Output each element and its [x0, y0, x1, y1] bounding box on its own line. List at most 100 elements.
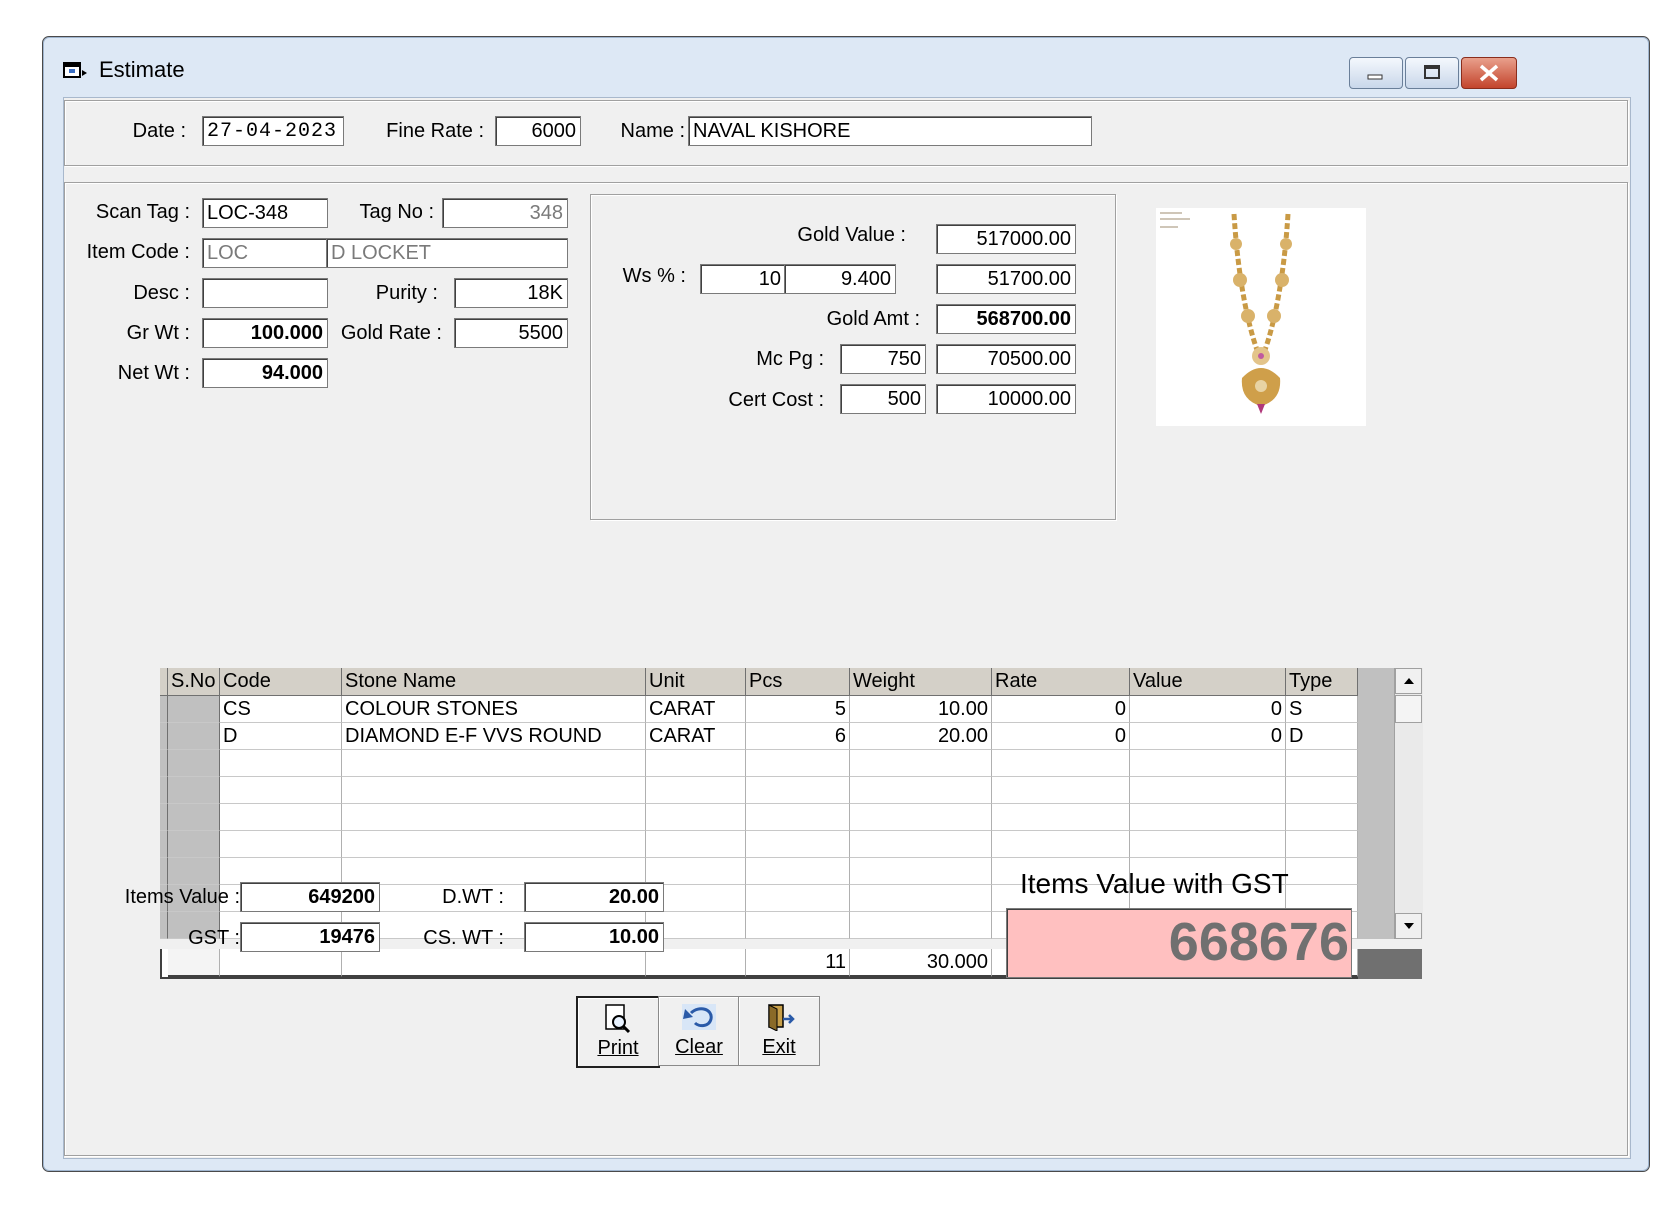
table-cell[interactable] — [1286, 777, 1358, 804]
table-cell[interactable] — [850, 777, 992, 804]
row-selector[interactable] — [168, 723, 220, 750]
mc-amount-field[interactable]: 70500.00 — [936, 344, 1076, 374]
table-cell[interactable] — [1130, 777, 1286, 804]
column-header-s-no[interactable]: S.No — [168, 668, 220, 696]
table-cell[interactable]: D — [1286, 723, 1358, 750]
table-cell[interactable] — [746, 858, 850, 885]
close-button[interactable] — [1461, 57, 1517, 89]
gst-field[interactable]: 19476 — [240, 922, 380, 952]
table-cell[interactable]: 6 — [746, 723, 850, 750]
row-selector[interactable] — [168, 750, 220, 777]
table-cell[interactable]: 5 — [746, 696, 850, 723]
table-cell[interactable]: D — [220, 723, 342, 750]
row-selector[interactable] — [168, 858, 220, 885]
table-cell[interactable] — [646, 777, 746, 804]
item-name-field[interactable]: D LOCKET — [326, 238, 568, 268]
cswt-field[interactable]: 10.00 — [524, 922, 664, 952]
minimize-button[interactable] — [1349, 57, 1403, 89]
table-cell[interactable] — [646, 750, 746, 777]
table-cell[interactable] — [342, 831, 646, 858]
table-cell[interactable] — [992, 804, 1130, 831]
table-cell[interactable] — [850, 858, 992, 885]
table-cell[interactable] — [646, 858, 746, 885]
table-cell[interactable]: 20.00 — [850, 723, 992, 750]
table-cell[interactable] — [220, 858, 342, 885]
ws-percent-field[interactable]: 10 — [700, 264, 786, 294]
table-cell[interactable] — [646, 831, 746, 858]
table-cell[interactable] — [746, 804, 850, 831]
vertical-scrollbar[interactable] — [1394, 668, 1423, 939]
table-cell[interactable] — [746, 777, 850, 804]
table-cell[interactable] — [992, 750, 1130, 777]
table-cell[interactable] — [746, 885, 850, 912]
table-cell[interactable] — [850, 885, 992, 912]
table-cell[interactable] — [1130, 804, 1286, 831]
scan-tag-field[interactable]: LOC-348 — [202, 198, 328, 228]
purity-field[interactable]: 18K — [454, 278, 568, 308]
table-cell[interactable]: S — [1286, 696, 1358, 723]
table-cell[interactable] — [1286, 804, 1358, 831]
net-wt-field[interactable]: 94.000 — [202, 358, 328, 388]
column-header-rate[interactable]: Rate — [992, 668, 1130, 696]
column-header-stone-name[interactable]: Stone Name — [342, 668, 646, 696]
table-cell[interactable]: 0 — [1130, 696, 1286, 723]
table-cell[interactable] — [342, 858, 646, 885]
table-cell[interactable] — [992, 777, 1130, 804]
maximize-button[interactable] — [1405, 57, 1459, 89]
table-cell[interactable]: 0 — [992, 696, 1130, 723]
table-cell[interactable] — [850, 831, 992, 858]
table-cell[interactable]: DIAMOND E-F VVS ROUND — [342, 723, 646, 750]
column-header-type[interactable]: Type — [1286, 668, 1358, 696]
table-cell[interactable]: 10.00 — [850, 696, 992, 723]
clear-button[interactable]: Clear — [658, 996, 740, 1066]
table-cell[interactable] — [850, 804, 992, 831]
column-header-value[interactable]: Value — [1130, 668, 1286, 696]
table-cell[interactable]: COLOUR STONES — [342, 696, 646, 723]
table-cell[interactable] — [1286, 750, 1358, 777]
scroll-up-button[interactable] — [1395, 668, 1422, 694]
table-cell[interactable] — [992, 831, 1130, 858]
table-cell[interactable] — [342, 750, 646, 777]
table-cell[interactable] — [220, 804, 342, 831]
table-cell[interactable] — [646, 804, 746, 831]
column-header-code[interactable]: Code — [220, 668, 342, 696]
title-bar[interactable]: Estimate — [43, 37, 1649, 97]
table-cell[interactable] — [342, 777, 646, 804]
ws-amount-field[interactable]: 51700.00 — [936, 264, 1076, 294]
ws-weight-field[interactable]: 9.400 — [784, 264, 896, 294]
row-selector[interactable] — [168, 696, 220, 723]
item-code-field[interactable]: LOC — [202, 238, 328, 268]
row-selector[interactable] — [168, 831, 220, 858]
column-header-pcs[interactable]: Pcs — [746, 668, 850, 696]
table-cell[interactable] — [220, 777, 342, 804]
gold-rate-field[interactable]: 5500 — [454, 318, 568, 348]
fine-rate-field[interactable]: 6000 — [495, 116, 581, 146]
table-cell[interactable]: CS — [220, 696, 342, 723]
gr-wt-field[interactable]: 100.000 — [202, 318, 328, 348]
date-field[interactable]: 27-04-2023 — [202, 116, 344, 146]
dwt-field[interactable]: 20.00 — [524, 882, 664, 912]
cert-cost-field[interactable]: 500 — [840, 384, 926, 414]
table-cell[interactable] — [746, 831, 850, 858]
row-selector[interactable] — [168, 804, 220, 831]
row-selector[interactable] — [168, 777, 220, 804]
name-field[interactable]: NAVAL KISHORE — [688, 116, 1092, 146]
items-value-field[interactable]: 649200 — [240, 882, 380, 912]
table-cell[interactable] — [220, 831, 342, 858]
exit-button[interactable]: Exit — [738, 996, 820, 1066]
table-cell[interactable] — [342, 804, 646, 831]
table-cell[interactable]: CARAT — [646, 723, 746, 750]
table-cell[interactable] — [1130, 750, 1286, 777]
table-cell[interactable]: 0 — [992, 723, 1130, 750]
cert-amount-field[interactable]: 10000.00 — [936, 384, 1076, 414]
table-cell[interactable]: 0 — [1130, 723, 1286, 750]
table-cell[interactable] — [746, 912, 850, 939]
desc-field[interactable] — [202, 278, 328, 308]
mc-pg-field[interactable]: 750 — [840, 344, 926, 374]
table-cell[interactable] — [1130, 831, 1286, 858]
table-cell[interactable]: CARAT — [646, 696, 746, 723]
table-cell[interactable] — [850, 912, 992, 939]
scroll-thumb[interactable] — [1395, 695, 1422, 723]
table-cell[interactable] — [850, 750, 992, 777]
table-cell[interactable] — [220, 750, 342, 777]
